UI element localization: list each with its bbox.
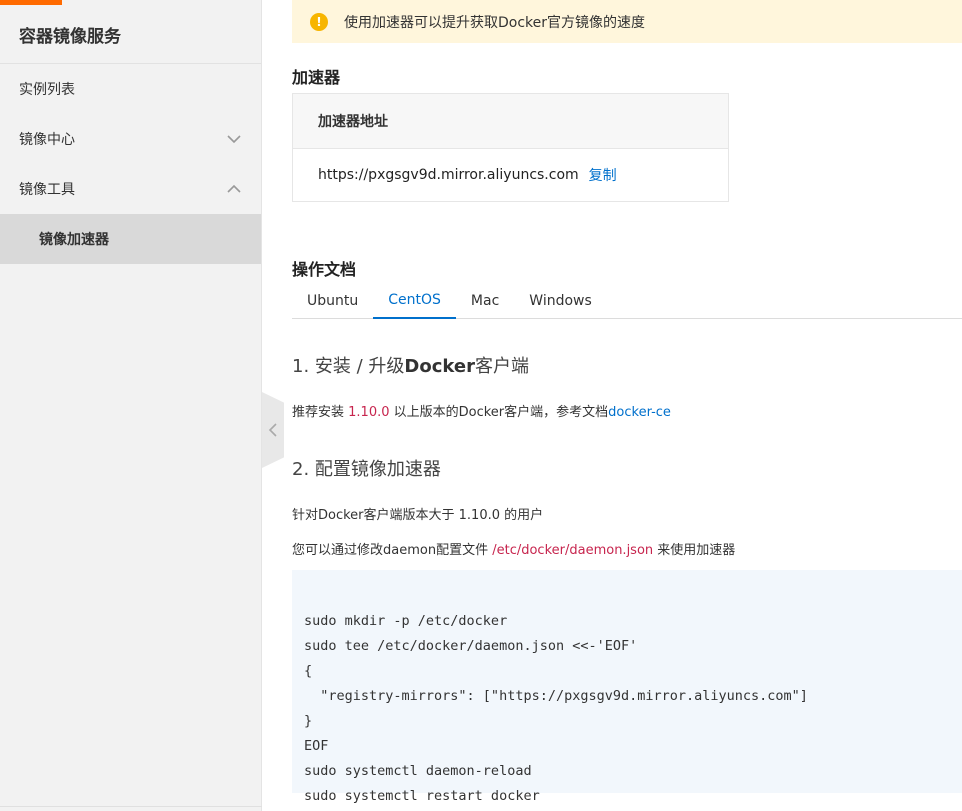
docs-section-title: 操作文档 [292, 260, 357, 279]
step1-paragraph: 推荐安装 1.10.0 以上版本的Docker客户端，参考文档docker-ce [292, 401, 671, 420]
step2-paragraph-2: 您可以通过修改daemon配置文件 /etc/docker/daemon.jso… [292, 539, 735, 558]
step2-text-after: 来使用加速器 [653, 543, 736, 558]
accelerator-table-header: 加速器地址 [293, 94, 728, 149]
tab-windows[interactable]: Windows [514, 283, 607, 319]
tab-centos[interactable]: CentOS [373, 283, 456, 319]
step2-heading: 2. 配置镜像加速器 [292, 459, 441, 480]
chevron-up-icon [227, 184, 241, 193]
chevron-down-icon [227, 135, 241, 144]
accelerator-section-title: 加速器 [292, 68, 341, 87]
step1-heading-number: 1. 安装 / 升级 [292, 356, 405, 377]
code-line: EOF [304, 738, 329, 754]
code-block[interactable]: sudo mkdir -p /etc/docker sudo tee /etc/d… [292, 570, 962, 804]
code-line: sudo mkdir -p /etc/docker [304, 613, 508, 629]
accelerator-table-row: https://pxgsgv9d.mirror.aliyuncs.com 复制 [293, 149, 728, 201]
step2-paragraph-1: 针对Docker客户端版本大于 1.10.0 的用户 [292, 508, 544, 523]
step1-heading-rest: 客户端 [474, 356, 529, 377]
tab-ubuntu[interactable]: Ubuntu [292, 283, 373, 319]
step1-text-after: 以上版本的Docker客户端，参考文档 [389, 405, 609, 420]
code-line: "registry-mirrors": ["https://pxgsgv9d.m… [304, 688, 808, 704]
tab-mac[interactable]: Mac [456, 283, 514, 319]
code-line: sudo systemctl restart docker [304, 788, 540, 804]
os-tabs: Ubuntu CentOS Mac Windows [292, 283, 962, 319]
sidebar-item-label: 实例列表 [19, 82, 75, 98]
step1-text: 推荐安装 [292, 405, 349, 420]
accelerator-address: https://pxgsgv9d.mirror.aliyuncs.com [318, 167, 579, 183]
sidebar-item-image-accelerator[interactable]: 镜像加速器 [0, 214, 261, 264]
notice-banner: ! 使用加速器可以提升获取Docker官方镜像的速度 [292, 0, 962, 43]
code-line: } [304, 713, 313, 729]
daemon-json-path: /etc/docker/daemon.json [492, 543, 654, 558]
sidebar-accent-bar [0, 0, 62, 5]
sidebar-title: 容器镜像服务 [0, 0, 261, 64]
step1-version: 1.10.0 [348, 405, 390, 420]
docker-ce-link[interactable]: docker-ce [608, 405, 671, 420]
warning-icon: ! [310, 12, 328, 31]
app: 容器镜像服务 实例列表 镜像中心 镜像工具 镜像加速器 ! 使用加速器可以提升获… [0, 0, 962, 811]
sidebar-item-image-center[interactable]: 镜像中心 [0, 114, 261, 164]
sidebar-item-instances[interactable]: 实例列表 [0, 64, 261, 114]
sidebar-item-label: 镜像中心 [19, 132, 75, 148]
accelerator-table: 加速器地址 https://pxgsgv9d.mirror.aliyuncs.c… [292, 93, 729, 202]
code-line: sudo tee /etc/docker/daemon.json <<-'EOF… [304, 638, 638, 654]
sidebar-item-label: 镜像加速器 [39, 232, 109, 248]
main-content: ! 使用加速器可以提升获取Docker官方镜像的速度 加速器 加速器地址 htt… [262, 0, 962, 811]
step2-text: 您可以通过修改daemon配置文件 [292, 543, 493, 558]
sidebar-item-label: 镜像工具 [19, 182, 75, 198]
sidebar-item-image-tools[interactable]: 镜像工具 [0, 164, 261, 214]
sidebar-divider [0, 806, 262, 807]
step1-heading-bold: Docker [404, 356, 475, 377]
code-line: sudo systemctl daemon-reload [304, 763, 532, 779]
sidebar: 容器镜像服务 实例列表 镜像中心 镜像工具 镜像加速器 [0, 0, 262, 811]
copy-link[interactable]: 复制 [589, 165, 617, 185]
code-line: { [304, 663, 313, 679]
notice-text: 使用加速器可以提升获取Docker官方镜像的速度 [344, 14, 646, 31]
step1-heading: 1. 安装 / 升级Docker客户端 [292, 352, 529, 378]
